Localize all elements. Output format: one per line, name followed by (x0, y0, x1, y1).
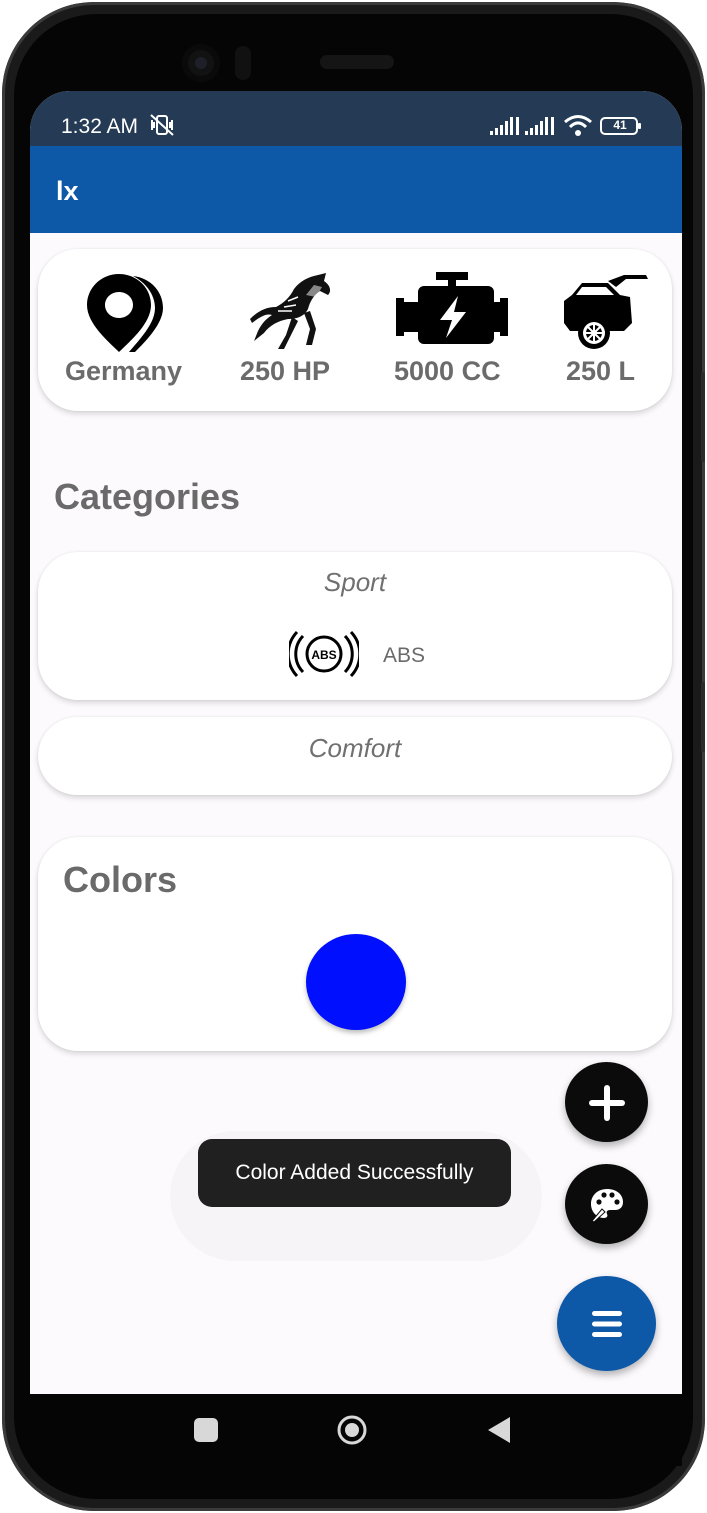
category-name: Sport (323, 567, 387, 597)
horse-icon (250, 273, 331, 349)
abs-icon: ABS (289, 630, 359, 678)
status-time: 1:32 AM (61, 115, 139, 138)
home-button[interactable] (336, 1414, 368, 1446)
plus-icon (589, 1085, 625, 1121)
category-card-sport[interactable]: Sport ABS ABS (38, 552, 672, 700)
color-swatch[interactable] (306, 934, 406, 1030)
engine-icon (396, 272, 508, 344)
spec-trunk-label: 250 L (566, 356, 636, 386)
app-title: lx (56, 176, 79, 206)
status-bar: 1:32 AM 41 (30, 91, 682, 146)
toast-message: Color Added Successfully (198, 1139, 511, 1207)
system-nav-bar (30, 1394, 682, 1466)
add-color-button[interactable] (565, 1164, 648, 1244)
side-button (701, 372, 705, 462)
spec-displacement-label: 5000 CC (394, 356, 501, 386)
specs-card: Germany 250 HP 5000 CC 250 L (38, 249, 672, 411)
colors-title: Colors (63, 859, 178, 900)
signal-icon-2 (525, 117, 554, 135)
recents-button[interactable] (194, 1418, 218, 1442)
app-screen: 1:32 AM 41 lx Germany 250 HP 5000 CC 250… (30, 91, 682, 1394)
battery-level: 41 (613, 118, 627, 132)
earpiece-speaker (320, 55, 394, 69)
car-trunk-icon (564, 275, 648, 349)
category-card-comfort[interactable]: Comfort (38, 717, 672, 795)
back-button[interactable] (486, 1415, 512, 1445)
feature-label: ABS (383, 644, 426, 667)
palette-icon (591, 1189, 623, 1223)
wifi-icon (564, 115, 592, 136)
menu-icon (592, 1311, 622, 1337)
vibrate-off-icon (150, 114, 174, 136)
front-camera (182, 44, 220, 82)
spec-origin-label: Germany (65, 356, 183, 386)
signal-icon (490, 117, 519, 135)
app-bar: lx (30, 146, 682, 233)
svg-text:ABS: ABS (311, 648, 336, 662)
colors-card: Colors (38, 837, 672, 1051)
categories-title: Categories (54, 476, 241, 517)
menu-button[interactable] (557, 1276, 656, 1371)
side-button-lower (701, 682, 705, 752)
spec-power-label: 250 HP (240, 356, 331, 386)
add-button[interactable] (565, 1062, 648, 1142)
proximity-sensor (235, 46, 251, 80)
location-pin-icon (87, 274, 163, 352)
category-name: Comfort (308, 733, 402, 763)
